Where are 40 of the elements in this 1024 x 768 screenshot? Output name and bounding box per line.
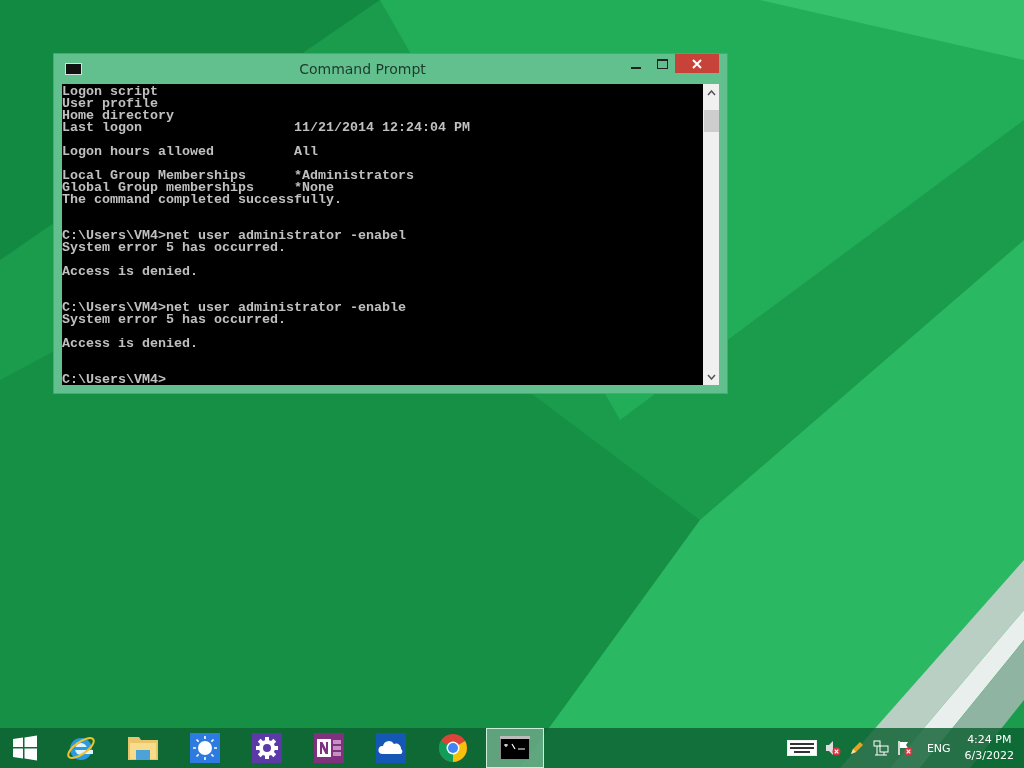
close-button[interactable] [675, 54, 719, 73]
scroll-thumb[interactable] [703, 110, 719, 132]
scroll-up-icon[interactable] [706, 90, 716, 96]
clock[interactable]: 4:24 PM 6/3/2022 [964, 732, 1014, 764]
language-indicator[interactable]: ENG [926, 741, 951, 755]
windows-logo-icon [12, 735, 38, 761]
network-icon[interactable] [872, 740, 889, 756]
cloud-icon [376, 733, 406, 763]
command-line: C:\Users\VM4>net user administrator -enabel [62, 230, 406, 242]
sun-icon [190, 733, 220, 763]
flag-icon[interactable] [896, 740, 913, 756]
scrollbar[interactable] [703, 84, 719, 385]
command-line: System error 5 has occurred. [62, 314, 286, 326]
notebook-icon [314, 733, 344, 763]
console-icon [65, 63, 82, 75]
output-line: User profile [62, 98, 158, 110]
scroll-down-icon[interactable] [706, 374, 716, 380]
taskbar-button[interactable] [486, 728, 544, 768]
muted-speaker-icon[interactable] [824, 740, 841, 756]
output-line: The command completed successfully. [62, 194, 342, 206]
output-line: Local Group Memberships *Administrators [62, 170, 414, 182]
minimize-icon [631, 66, 641, 69]
output-line: Last logon 11/21/2014 12:24:04 PM [62, 122, 470, 134]
output-line: Access is denied. [62, 338, 198, 350]
output-line: Global Group memberships *None [62, 182, 334, 194]
output-line: Logon hours allowed All [62, 146, 318, 158]
command-line: C:\Users\VM4> [62, 374, 166, 385]
close-icon [692, 58, 702, 69]
keyboard-icon[interactable] [786, 740, 817, 756]
gear-icon [252, 733, 282, 763]
command-line: System error 5 has occurred. [62, 242, 286, 254]
console-icon [500, 736, 530, 760]
output-line: Access is denied. [62, 266, 198, 278]
maximize-icon [656, 58, 668, 69]
chrome-icon [438, 733, 468, 763]
output-line: Logon script [62, 86, 158, 98]
output-line: Home directory [62, 110, 174, 122]
pencil-icon[interactable] [848, 740, 865, 756]
command-line: C:\Users\VM4>net user administrator -enable [62, 302, 406, 314]
window-title: Command Prompt [298, 61, 427, 77]
